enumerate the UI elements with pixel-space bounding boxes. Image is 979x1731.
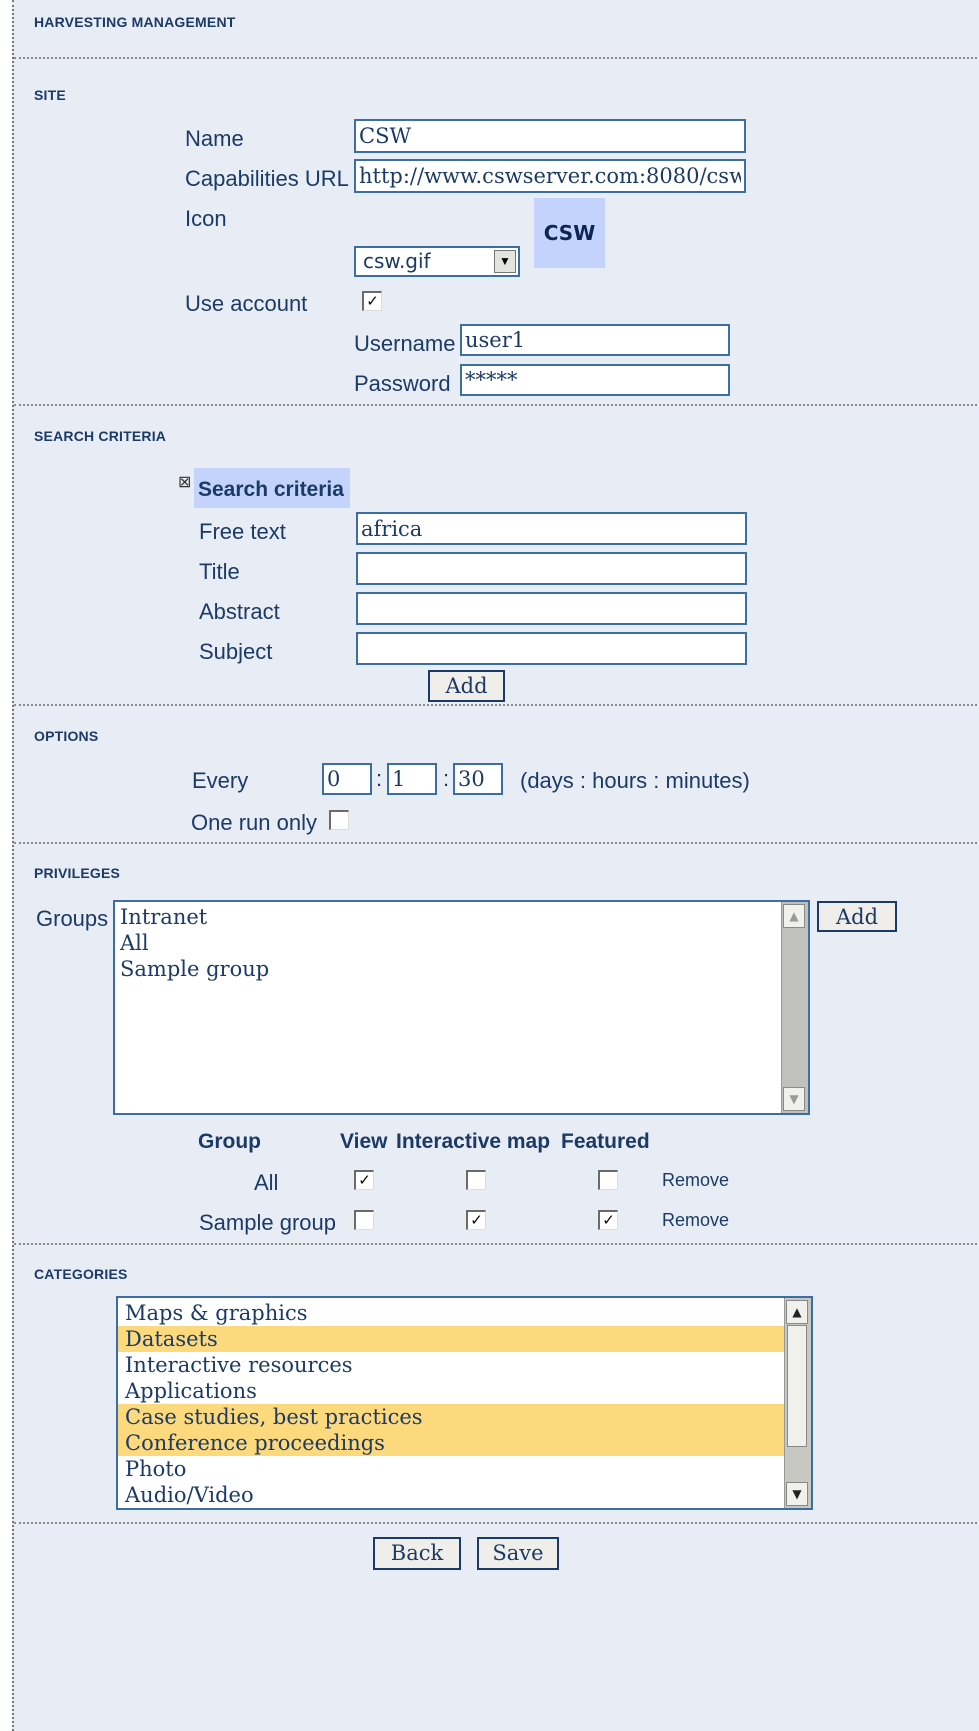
category-option[interactable]: Audio/Video xyxy=(118,1482,785,1508)
csw-logo-icon: CSW xyxy=(534,198,605,268)
hours-input[interactable] xyxy=(387,763,437,795)
groups-listbox[interactable]: Intranet All Sample group ▲ ▼ xyxy=(113,900,810,1115)
minutes-input[interactable] xyxy=(453,763,503,795)
divider xyxy=(14,57,979,59)
groups-scrollbar[interactable]: ▲ ▼ xyxy=(781,902,808,1113)
add-criteria-button[interactable]: Add xyxy=(428,670,505,702)
divider xyxy=(14,842,979,844)
category-option[interactable]: Case studies, best practices xyxy=(118,1404,785,1430)
add-group-button[interactable]: Add xyxy=(817,901,897,932)
featured-checkbox[interactable] xyxy=(598,1170,618,1190)
divider xyxy=(14,404,979,406)
divider xyxy=(14,1243,979,1245)
category-option[interactable]: Interactive resources xyxy=(118,1352,785,1378)
search-criteria-panel-title: Search criteria xyxy=(194,468,350,508)
capabilities-url-input[interactable] xyxy=(354,159,746,193)
save-button[interactable]: Save xyxy=(477,1537,559,1570)
use-account-checkbox[interactable]: ✓ xyxy=(362,291,382,311)
privilege-row-group: Sample group xyxy=(199,1210,336,1235)
one-run-only-checkbox[interactable] xyxy=(329,810,349,830)
one-run-only-label: One run only xyxy=(191,810,317,835)
scroll-up-icon[interactable]: ▲ xyxy=(786,1300,808,1324)
free-text-label: Free text xyxy=(199,519,286,544)
scroll-thumb[interactable] xyxy=(787,1325,807,1447)
group-option[interactable]: Intranet xyxy=(115,904,808,930)
abstract-label: Abstract xyxy=(199,599,280,624)
options-heading: OPTIONS xyxy=(34,728,99,744)
colon-separator: : xyxy=(376,766,383,791)
subject-label: Subject xyxy=(199,639,273,664)
column-header-group: Group xyxy=(198,1130,261,1153)
site-heading: SITE xyxy=(34,87,66,103)
groups-label: Groups xyxy=(36,906,109,931)
scroll-down-icon[interactable]: ▼ xyxy=(783,1087,805,1111)
column-header-interactive-map: Interactive map xyxy=(396,1130,551,1153)
chevron-down-icon[interactable]: ▼ xyxy=(494,250,516,273)
category-option[interactable]: Conference proceedings xyxy=(118,1430,785,1456)
collapse-icon[interactable]: ⊠ xyxy=(178,474,191,492)
privilege-row-group: All xyxy=(254,1170,279,1195)
interval-units-label: (days : hours : minutes) xyxy=(520,768,750,793)
category-option[interactable]: Photo xyxy=(118,1456,785,1482)
icon-label: Icon xyxy=(185,206,227,231)
category-option[interactable]: Datasets xyxy=(118,1326,785,1352)
username-label: Username xyxy=(354,331,456,356)
username-input[interactable] xyxy=(460,324,730,356)
group-option[interactable]: Sample group xyxy=(115,956,808,982)
categories-listbox[interactable]: Maps & graphics Datasets Interactive resou… xyxy=(116,1296,813,1510)
icon-select-value: csw.gif xyxy=(363,249,431,273)
title-input[interactable] xyxy=(356,552,747,585)
name-label: Name xyxy=(185,126,244,151)
harvesting-panel: HARVESTING MANAGEMENT SITE Name Capabili… xyxy=(12,0,979,1731)
back-button[interactable]: Back xyxy=(373,1537,461,1570)
scroll-down-icon[interactable]: ▼ xyxy=(786,1482,808,1506)
name-input[interactable] xyxy=(354,119,746,153)
remove-privilege-link[interactable]: Remove xyxy=(662,1170,729,1191)
free-text-input[interactable] xyxy=(356,512,747,545)
divider xyxy=(14,1522,979,1524)
page-title: HARVESTING MANAGEMENT xyxy=(34,14,236,30)
categories-heading: CATEGORIES xyxy=(34,1266,128,1282)
title-label: Title xyxy=(199,559,240,584)
days-input[interactable] xyxy=(322,763,372,795)
use-account-label: Use account xyxy=(185,291,308,316)
capabilities-url-label: Capabilities URL xyxy=(185,166,349,191)
privileges-heading: PRIVILEGES xyxy=(34,865,121,881)
group-option[interactable]: All xyxy=(115,930,808,956)
every-label: Every xyxy=(192,768,249,793)
colon-separator: : xyxy=(443,766,450,791)
view-checkbox[interactable]: ✓ xyxy=(354,1170,374,1190)
categories-scrollbar[interactable]: ▲ ▼ xyxy=(784,1298,811,1508)
column-header-view: View xyxy=(340,1130,388,1153)
abstract-input[interactable] xyxy=(356,592,747,625)
icon-select[interactable]: csw.gif ▼ xyxy=(354,246,520,277)
search-criteria-heading: SEARCH CRITERIA xyxy=(34,428,167,444)
category-option[interactable]: Maps & graphics xyxy=(118,1300,785,1326)
scroll-up-icon[interactable]: ▲ xyxy=(783,904,805,928)
category-option[interactable]: Applications xyxy=(118,1378,785,1404)
interactive-map-checkbox[interactable]: ✓ xyxy=(466,1210,486,1230)
view-checkbox[interactable] xyxy=(354,1210,374,1230)
interactive-map-checkbox[interactable] xyxy=(466,1170,486,1190)
password-label: Password xyxy=(354,371,451,396)
divider xyxy=(14,704,979,706)
categories-list: Maps & graphics Datasets Interactive resou… xyxy=(118,1298,785,1508)
password-input[interactable] xyxy=(460,364,730,396)
column-header-featured: Featured xyxy=(561,1130,650,1153)
featured-checkbox[interactable]: ✓ xyxy=(598,1210,618,1230)
subject-input[interactable] xyxy=(356,632,747,665)
remove-privilege-link[interactable]: Remove xyxy=(662,1210,729,1231)
